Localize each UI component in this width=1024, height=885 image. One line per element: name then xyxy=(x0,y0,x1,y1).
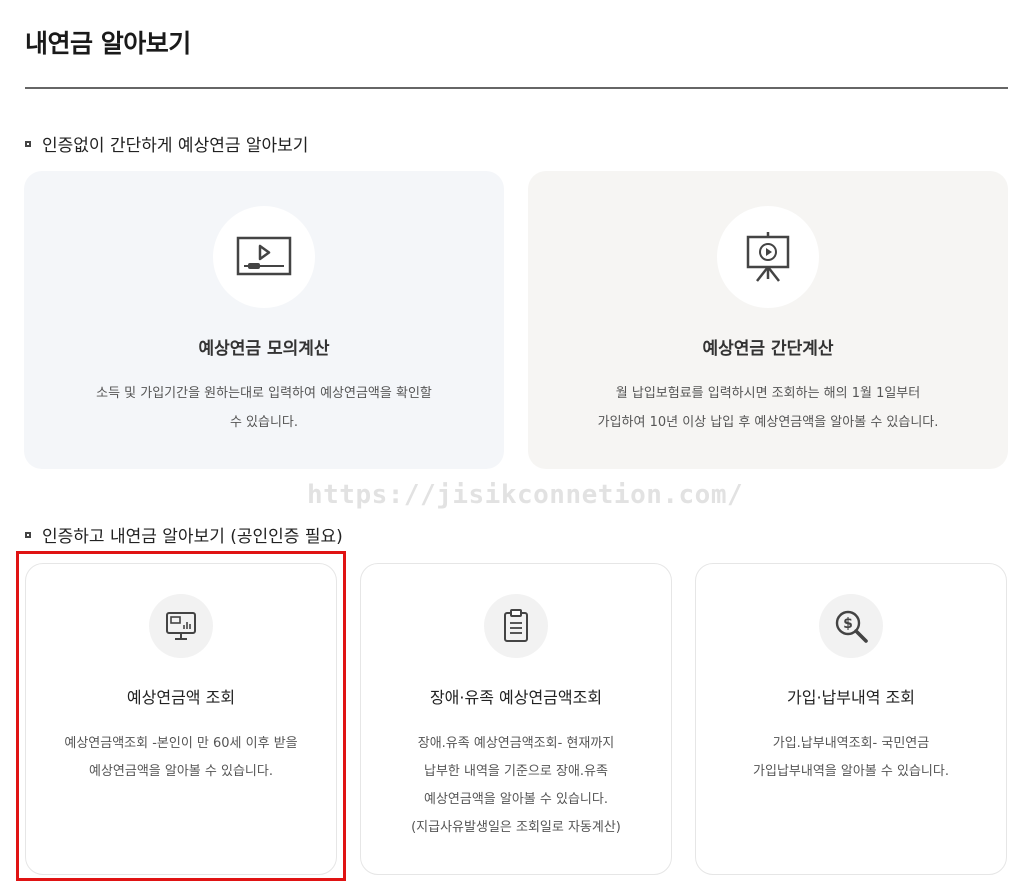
card-title: 가입·납부내역 조회 xyxy=(787,688,915,707)
card-description: 소득 및 가입기간을 원하는대로 입력하여 예상연금액을 확인할 수 있습니다. xyxy=(96,386,432,430)
card-disability-survivor-inquiry[interactable]: 장애·유족 예상연금액조회 장애.유족 예상연금액조회- 현재까지 납부한 내역… xyxy=(360,563,672,875)
highlight-box xyxy=(16,551,346,881)
card-description: 월 납입보험료를 입력하시면 조회하는 해의 1월 1일부터 가입하여 10년 … xyxy=(597,386,939,430)
dollar-magnifier-icon: $ xyxy=(835,610,868,643)
page-title: 내연금 알아보기 xyxy=(25,29,191,58)
section-heading-auth-label: 인증하고 내연금 알아보기 (공인인증 필요) xyxy=(42,527,343,547)
card-mock-calculation[interactable]: 예상연금 모의계산 소득 및 가입기간을 원하는대로 입력하여 예상연금액을 확… xyxy=(24,171,504,469)
icon-circle xyxy=(484,594,548,658)
section-heading-auth: 인증하고 내연금 알아보기 (공인인증 필요) xyxy=(25,522,343,547)
section-heading-simple: 인증없이 간단하게 예상연금 알아보기 xyxy=(25,131,308,156)
presentation-board-icon xyxy=(746,232,790,282)
card-enrollment-payment-inquiry[interactable]: $ 가입·납부내역 조회 가입.납부내역조회- 국민연금 가입납부내역을 알아볼… xyxy=(695,563,1007,875)
svg-text:$: $ xyxy=(843,616,853,632)
square-bullet-icon xyxy=(25,140,31,147)
card-description: 장애.유족 예상연금액조회- 현재까지 납부한 내역을 기준으로 장애.유족 예… xyxy=(411,736,621,835)
video-play-icon xyxy=(236,236,292,276)
watermark-text: https://jisikconnetion.com/ xyxy=(307,480,744,510)
icon-circle: $ xyxy=(819,594,883,658)
card-description: 가입.납부내역조회- 국민연금 가입납부내역을 알아볼 수 있습니다. xyxy=(753,736,949,779)
section-heading-simple-label: 인증없이 간단하게 예상연금 알아보기 xyxy=(42,136,309,156)
icon-circle xyxy=(717,206,819,308)
icon-circle xyxy=(213,206,315,308)
card-title: 예상연금 간단계산 xyxy=(702,339,834,359)
title-divider xyxy=(25,87,1008,89)
card-title: 장애·유족 예상연금액조회 xyxy=(429,688,603,707)
clipboard-icon xyxy=(504,609,528,642)
card-title: 예상연금 모의계산 xyxy=(198,339,330,359)
square-bullet-icon xyxy=(25,531,31,538)
card-simple-calculation[interactable]: 예상연금 간단계산 월 납입보험료를 입력하시면 조회하는 해의 1월 1일부터… xyxy=(528,171,1008,469)
